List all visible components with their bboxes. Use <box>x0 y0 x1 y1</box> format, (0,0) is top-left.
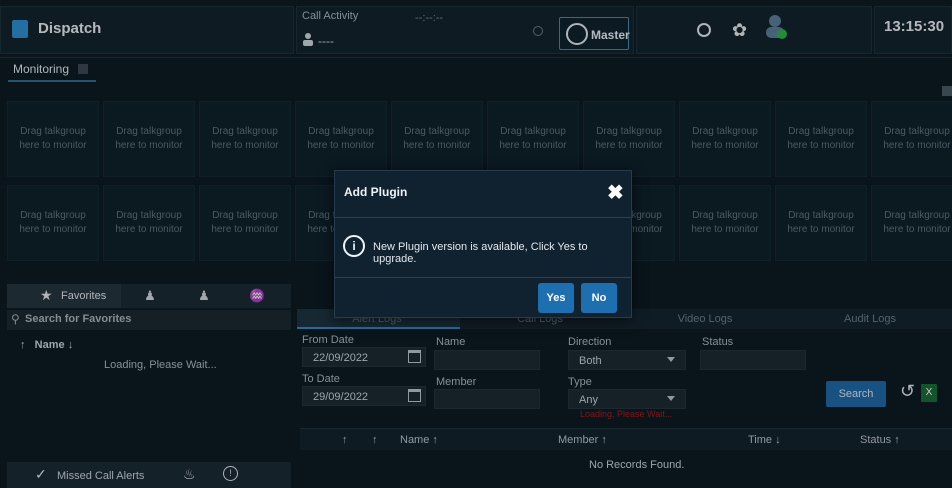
dialog-title: Add Plugin <box>344 185 408 199</box>
dialog-message: New Plugin version is available, Click Y… <box>373 241 588 265</box>
close-icon[interactable]: ✖ <box>607 183 624 203</box>
divider <box>335 217 631 218</box>
divider <box>335 277 631 278</box>
no-button[interactable]: No <box>581 283 617 313</box>
yes-button[interactable]: Yes <box>538 283 574 313</box>
add-plugin-dialog: Add Plugin ✖ i New Plugin version is ava… <box>334 170 632 318</box>
info-icon: i <box>343 235 365 257</box>
